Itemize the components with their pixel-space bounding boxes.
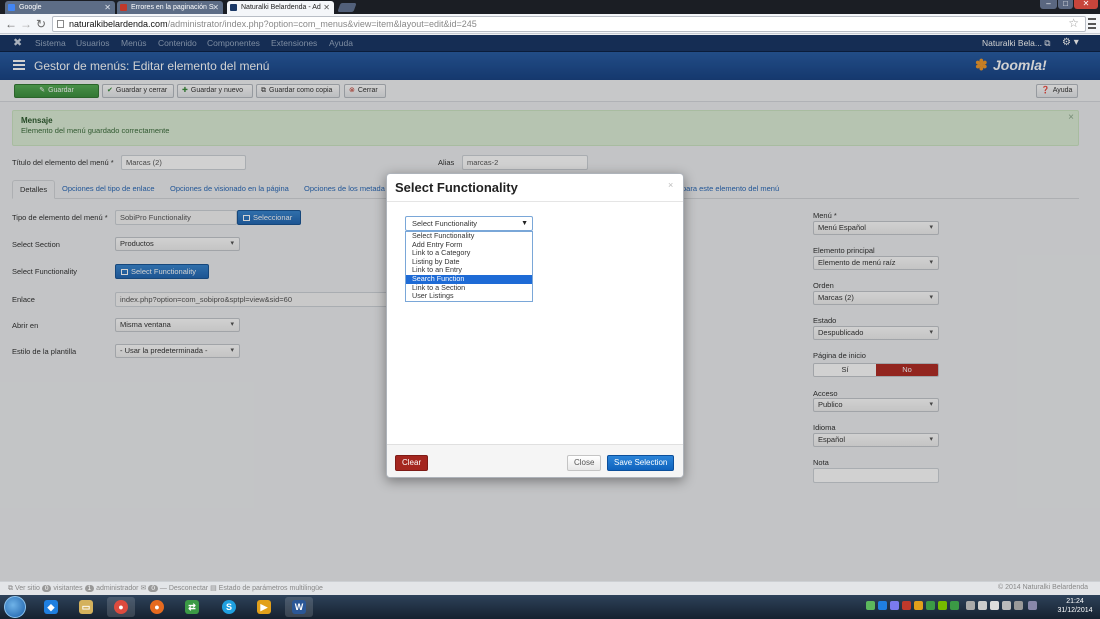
- multilang-link[interactable]: Estado de parámetros multilingüe: [219, 585, 323, 592]
- tab-title: Naturalki Belardenda - Ad: [241, 4, 321, 11]
- copyright-text: © 2014 Naturalki Belardenda: [998, 584, 1088, 591]
- notification-icon[interactable]: [1014, 601, 1023, 610]
- browser-tab-naturalki[interactable]: Naturalki Belardenda - Ad ✕: [227, 1, 334, 14]
- select-functionality-modal: Select Functionality × Select Functional…: [386, 173, 684, 478]
- tray-app-icon[interactable]: [866, 601, 875, 610]
- close-icon[interactable]: ×: [668, 180, 673, 190]
- tray-app-icon[interactable]: [914, 601, 923, 610]
- tab-title: Google: [19, 4, 42, 11]
- modal-footer: Clear Close Save Selection: [387, 444, 683, 477]
- logout-link[interactable]: Desconectar: [169, 585, 208, 592]
- functionality-select[interactable]: Select Functionality ▼: [405, 216, 533, 231]
- tray-app-icon[interactable]: [926, 601, 935, 610]
- url-input[interactable]: naturalkibelardenda.com/administrator/in…: [52, 16, 1086, 32]
- visitors-badge: 0: [41, 585, 52, 592]
- tray-dropbox-icon[interactable]: [878, 601, 887, 610]
- minimize-icon[interactable]: –: [1040, 0, 1057, 9]
- url-domain: naturalkibelardenda.com: [69, 19, 168, 29]
- external-link-icon: ⧉: [8, 585, 13, 592]
- caret-down-icon: ▼: [521, 220, 528, 227]
- mail-icon: ✉: [140, 585, 147, 592]
- messages-badge: 0: [148, 585, 158, 592]
- address-bar-row: ← → ↻ naturalkibelardenda.com/administra…: [0, 14, 1100, 34]
- google-favicon-icon: [8, 4, 15, 11]
- flag-icon[interactable]: [990, 601, 999, 610]
- save-selection-button[interactable]: Save Selection: [607, 455, 675, 471]
- clock-date: 31/12/2014: [1057, 607, 1093, 614]
- taskbar-skype[interactable]: S: [215, 597, 243, 617]
- firefox-icon: ●: [150, 600, 164, 614]
- volume-icon[interactable]: [978, 601, 987, 610]
- status-footer: ⧉ Ver sitio 0 visitantes 1 administrador…: [0, 581, 1100, 595]
- clock-time: 21:24: [1066, 598, 1084, 605]
- functionality-options: Select Functionality Add Entry Form Link…: [405, 231, 533, 302]
- view-site-link[interactable]: Ver sitio: [15, 585, 40, 592]
- taskbar-sync[interactable]: ⇄: [178, 597, 206, 617]
- url-path: /administrator/index.php?option=com_menu…: [167, 19, 477, 29]
- taskbar-chrome[interactable]: ●: [107, 597, 135, 617]
- modal-close-button[interactable]: Close: [567, 455, 602, 471]
- system-clock[interactable]: 21:24 31/12/2014: [1055, 597, 1095, 615]
- visitors-text: visitantes: [53, 585, 83, 592]
- back-icon[interactable]: ←: [4, 17, 18, 31]
- footer-status: ⧉ Ver sitio 0 visitantes 1 administrador…: [8, 584, 323, 593]
- chrome-icon: ●: [114, 600, 128, 614]
- taskbar-media[interactable]: ▶: [250, 597, 278, 617]
- forward-icon[interactable]: →: [19, 17, 33, 31]
- word-icon: W: [292, 600, 306, 614]
- functionality-select-value: Select Functionality: [412, 219, 478, 228]
- taskbar-firefox[interactable]: ●: [143, 597, 171, 617]
- tray-app-icon[interactable]: [890, 601, 899, 610]
- taskbar-word[interactable]: W: [285, 597, 313, 617]
- taskbar-dropbox[interactable]: ◆: [37, 597, 65, 617]
- tray-app-icon[interactable]: [950, 601, 959, 610]
- os-taskbar: ◆ ▭ ● ● ⇄ S ▶ W 21:24 31/12/2014: [0, 595, 1100, 619]
- sync-icon: ⇄: [185, 600, 199, 614]
- folder-icon: ▭: [79, 600, 93, 614]
- bookmark-star-icon[interactable]: ☆: [1068, 16, 1079, 30]
- network-icon[interactable]: [966, 601, 975, 610]
- skype-icon: S: [222, 600, 236, 614]
- new-tab-button[interactable]: [337, 3, 357, 12]
- browser-tab-strip: Google ✕ Errores en la paginación S ✕ Na…: [0, 0, 1100, 14]
- admins-badge: 1: [84, 585, 95, 592]
- close-icon[interactable]: ✕: [323, 1, 330, 14]
- minus-icon: —: [159, 585, 167, 592]
- option-user-listings[interactable]: User Listings: [406, 292, 532, 301]
- modal-title: Select Functionality: [395, 180, 518, 195]
- multilang-icon: ▤: [210, 585, 217, 592]
- keyboard-icon[interactable]: [1002, 601, 1011, 610]
- clear-button[interactable]: Clear: [395, 455, 429, 471]
- browser-tab-errores[interactable]: Errores en la paginación S ✕: [117, 1, 223, 14]
- start-button[interactable]: [4, 596, 26, 618]
- page-favicon-icon: [120, 4, 127, 11]
- tray-app-icon[interactable]: [902, 601, 911, 610]
- taskbar-explorer[interactable]: ▭: [72, 597, 100, 617]
- close-icon[interactable]: ✕: [212, 1, 219, 14]
- browser-tab-google[interactable]: Google ✕: [5, 1, 115, 14]
- close-window-icon[interactable]: ✕: [1074, 0, 1098, 9]
- modal-header: Select Functionality ×: [387, 174, 683, 202]
- maximize-icon[interactable]: □: [1058, 0, 1073, 9]
- browser-menu-icon[interactable]: [1088, 18, 1096, 29]
- language-icon[interactable]: [1028, 601, 1037, 610]
- joomla-favicon-icon: [230, 4, 237, 11]
- reload-icon[interactable]: ↻: [34, 17, 48, 31]
- close-icon[interactable]: ✕: [104, 1, 111, 14]
- page-icon: [57, 20, 64, 28]
- admins-text: administrador: [96, 585, 139, 592]
- tray-app-icon[interactable]: [938, 601, 947, 610]
- dropbox-icon: ◆: [44, 600, 58, 614]
- media-player-icon: ▶: [257, 600, 271, 614]
- tab-title: Errores en la paginación S: [131, 4, 214, 11]
